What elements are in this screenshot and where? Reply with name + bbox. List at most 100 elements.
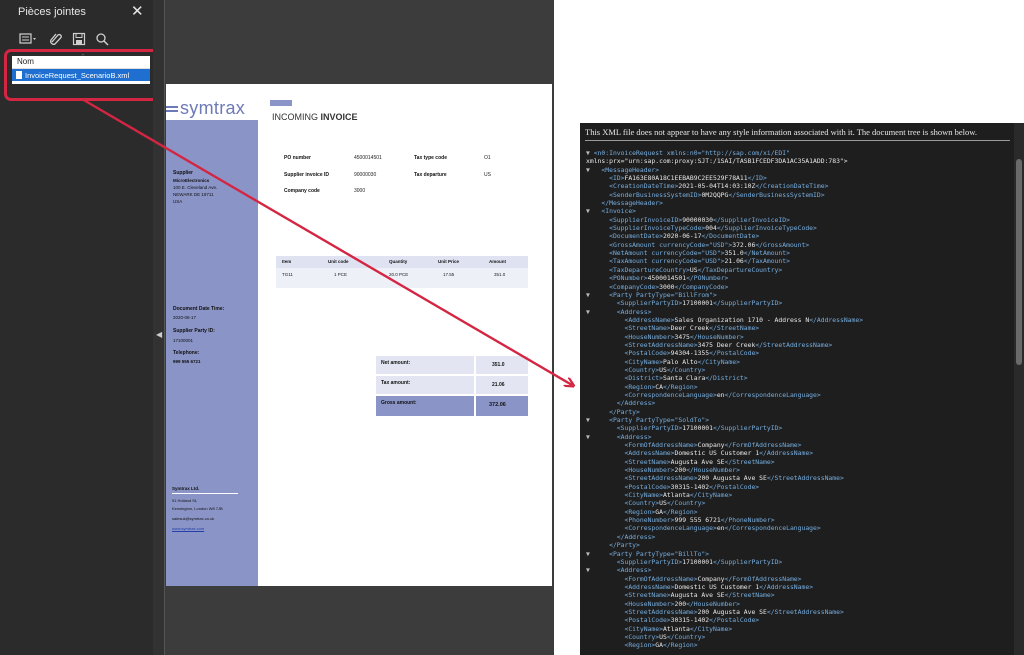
xml-tag: <PostalCode> [624, 349, 671, 358]
party-id-label: Supplier Party ID: [173, 328, 215, 334]
xml-line[interactable]: ▼ <Invoice> [586, 207, 863, 215]
xml-value: Palo Alto [662, 357, 698, 366]
xml-line[interactable]: ▼ <MessageHeader> [586, 166, 863, 174]
xml-value: US [689, 265, 698, 274]
xml-tag: <PONumber> [609, 274, 648, 283]
xml-line: <AddressName>Sales Organization 1710 - A… [586, 316, 863, 324]
xml-tag: </Address> [616, 399, 656, 408]
search-icon[interactable] [94, 32, 109, 47]
xml-value: FA163E80A18C1EEBAB9C2EE529F78A11 [624, 174, 748, 183]
supplier-street: 100 E. Cleveland Ave. [173, 185, 218, 190]
xml-value: en [716, 390, 725, 399]
options-icon[interactable] [18, 32, 40, 47]
xml-line: </Address> [586, 399, 863, 407]
supplier-country: USA [173, 199, 183, 204]
collapse-toggle-icon[interactable]: ▼ [586, 291, 594, 299]
xml-tag: </Party> [609, 541, 640, 550]
xml-line: <FormOfAddressName>Company</FormOfAddres… [586, 441, 863, 449]
col-quantity: Quantity [389, 259, 408, 264]
xml-line-text: <PostalCode>30315-1402</PostalCode> [624, 616, 759, 624]
attach-icon[interactable] [48, 32, 63, 47]
xml-line-text: <HouseNumber>200</HouseNumber> [624, 466, 739, 474]
xml-tag: <StreetAddressName> [624, 340, 698, 349]
xml-indent [594, 182, 609, 190]
xml-indent [586, 458, 594, 466]
highlight-box [4, 49, 168, 101]
doc-date-value: 2020-06-17 [173, 315, 197, 320]
xml-indent [586, 358, 594, 366]
xml-indent [586, 383, 594, 391]
xml-tag: </CityName> [689, 624, 733, 633]
xml-tag: </MessageHeader> [601, 199, 663, 208]
xml-tag: <ID> [609, 174, 625, 183]
xml-indent [586, 583, 594, 591]
xml-notice: This XML file does not appear to have an… [585, 127, 978, 137]
collapse-toggle-icon[interactable]: ▼ [586, 566, 594, 574]
xml-line: <HouseNumber>200</HouseNumber> [586, 600, 863, 608]
xml-line-text: <Address> [617, 566, 652, 574]
supplier-invoice-label: Supplier invoice ID [284, 172, 330, 178]
xml-value: 200 [674, 599, 687, 608]
xml-indent [594, 483, 625, 491]
xml-tag: <Invoice> [601, 207, 637, 216]
xml-indent [586, 241, 594, 249]
xml-tag: <PhoneNumber> [624, 516, 675, 525]
xml-tag: </Party> [609, 407, 640, 416]
xml-indent [594, 499, 625, 507]
xml-tag: </Region> [662, 641, 698, 650]
xml-line-text: <n0:InvoiceRequest xmlns:n0="http://sap.… [594, 149, 790, 157]
totals-block: Net amount: 351.0 Tax amount: 21.06 Gros… [376, 356, 528, 416]
xml-indent [586, 533, 594, 541]
xml-tag: <CityName> [624, 491, 663, 500]
xml-indent [594, 516, 625, 524]
xml-tag: </StreetName> [724, 457, 775, 466]
collapse-panel-icon[interactable]: ◀ [156, 330, 162, 339]
xml-indent [594, 558, 617, 566]
xml-line: <PostalCode>30315-1402</PostalCode> [586, 616, 863, 624]
supplier-city: NEWARK DE 19711 [173, 192, 214, 197]
xml-line[interactable]: ▼ <Party PartyType="BillFrom"> [586, 291, 863, 299]
xml-line[interactable]: ▼ <Address> [586, 308, 863, 316]
collapse-toggle-icon[interactable]: ▼ [586, 416, 594, 424]
collapse-toggle-icon[interactable]: ▼ [586, 308, 594, 316]
xml-line-text: <AddressName>Domestic US Customer 1</Add… [624, 449, 813, 457]
xml-tag: <GrossAmount currencyCode="USD"> [609, 240, 733, 249]
collapse-toggle-icon[interactable]: ▼ [586, 207, 594, 215]
xml-indent [586, 399, 594, 407]
xml-tag: <StreetName> [624, 457, 671, 466]
xml-line-text: <StreetName>Augusta Ave SE</StreetName> [624, 458, 774, 466]
xml-tag: <Region> [624, 382, 656, 391]
xml-indent [586, 441, 594, 449]
xml-line[interactable]: ▼ <n0:InvoiceRequest xmlns:n0="http://sa… [586, 149, 863, 157]
xml-tag: </StreetName> [724, 591, 775, 600]
xml-line[interactable]: ▼ <Party PartyType="SoldTo"> [586, 416, 863, 424]
xml-line: </Party> [586, 541, 863, 549]
xml-tag: <HouseNumber> [624, 599, 675, 608]
footer-website-link[interactable]: www.symtrax.com [172, 526, 204, 531]
collapse-toggle-icon[interactable]: ▼ [586, 550, 594, 558]
save-icon[interactable] [71, 32, 86, 47]
xml-line: <SupplierPartyID>17100001</SupplierParty… [586, 424, 863, 432]
xml-tag: <Country> [624, 499, 660, 508]
col-amount: Amount [489, 259, 506, 264]
xml-value: Sales Organization 1710 - Address N [674, 315, 810, 324]
xml-line-text: <PostalCode>30315-1402</PostalCode> [624, 483, 759, 491]
footer-address-2: Kensington, London W8 7JB [172, 506, 223, 511]
xml-line[interactable]: ▼ <Address> [586, 433, 863, 441]
xml-tag: </DocumentDate> [701, 232, 760, 241]
xml-tag: <CreationDateTime> [609, 182, 679, 191]
collapse-toggle-icon[interactable]: ▼ [586, 433, 594, 441]
xml-line: <StreetName>Deer Creek</StreetName> [586, 324, 863, 332]
xml-line[interactable]: ▼ <Party PartyType="BillTo"> [586, 550, 863, 558]
xml-line[interactable]: ▼ <Address> [586, 566, 863, 574]
xml-scrollbar-thumb[interactable] [1016, 159, 1022, 365]
invoice-title: INCOMING INVOICE [272, 112, 358, 122]
xml-value: 351.0 [724, 249, 744, 258]
xml-tag: </AddressName> [809, 315, 864, 324]
xml-tag: <SupplierPartyID> [616, 557, 683, 566]
close-icon[interactable]: ✕ [131, 2, 144, 20]
xml-line-text: <Region>CA</Region> [624, 383, 697, 391]
collapse-toggle-icon[interactable]: ▼ [586, 149, 594, 157]
xml-tag: <Address> [616, 566, 652, 575]
collapse-toggle-icon[interactable]: ▼ [586, 166, 594, 174]
